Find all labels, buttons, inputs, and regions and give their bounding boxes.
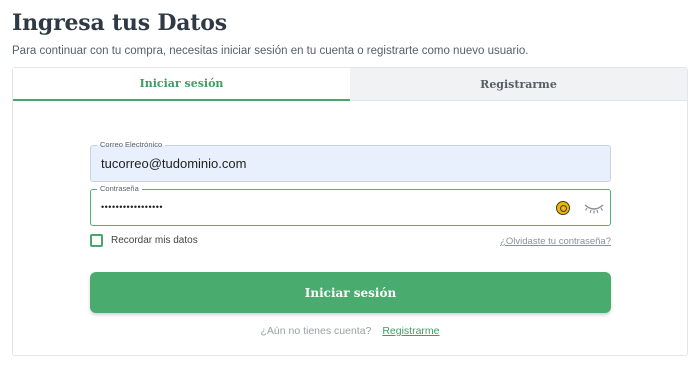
register-link[interactable]: Registrarme (382, 325, 439, 337)
password-label: Contraseña (97, 184, 142, 194)
auth-tabs: Iniciar sesión Registrarme (13, 68, 687, 101)
remember-label: Recordar mis datos (111, 235, 198, 246)
tab-iniciar-sesion[interactable]: Iniciar sesión (13, 68, 350, 101)
password-input[interactable]: ••••••••••••••••• (101, 202, 163, 212)
email-input[interactable] (101, 156, 531, 171)
eye-closed-icon[interactable] (583, 202, 605, 214)
signup-question: ¿Aún no tienes cuenta? (260, 325, 372, 337)
remember-me[interactable]: Recordar mis datos (90, 234, 198, 247)
remember-checkbox[interactable] (90, 234, 103, 247)
page-subtitle: Para continuar con tu compra, necesitas … (12, 45, 529, 57)
email-field[interactable]: Correo Electrónico (90, 140, 611, 182)
login-button[interactable]: Iniciar sesión (90, 272, 611, 313)
page-title: Ingresa tus Datos (12, 10, 227, 36)
login-card: Iniciar sesión Registrarme Correo Electr… (12, 67, 688, 356)
tab-registrarme[interactable]: Registrarme (350, 68, 687, 101)
signup-prompt: ¿Aún no tienes cuenta? Registrarme (13, 325, 687, 337)
password-manager-icon[interactable] (556, 201, 570, 215)
forgot-password-link[interactable]: ¿Olvidaste tu contraseña? (500, 236, 611, 247)
password-field[interactable]: Contraseña ••••••••••••••••• (90, 184, 611, 226)
email-label: Correo Electrónico (97, 140, 166, 150)
